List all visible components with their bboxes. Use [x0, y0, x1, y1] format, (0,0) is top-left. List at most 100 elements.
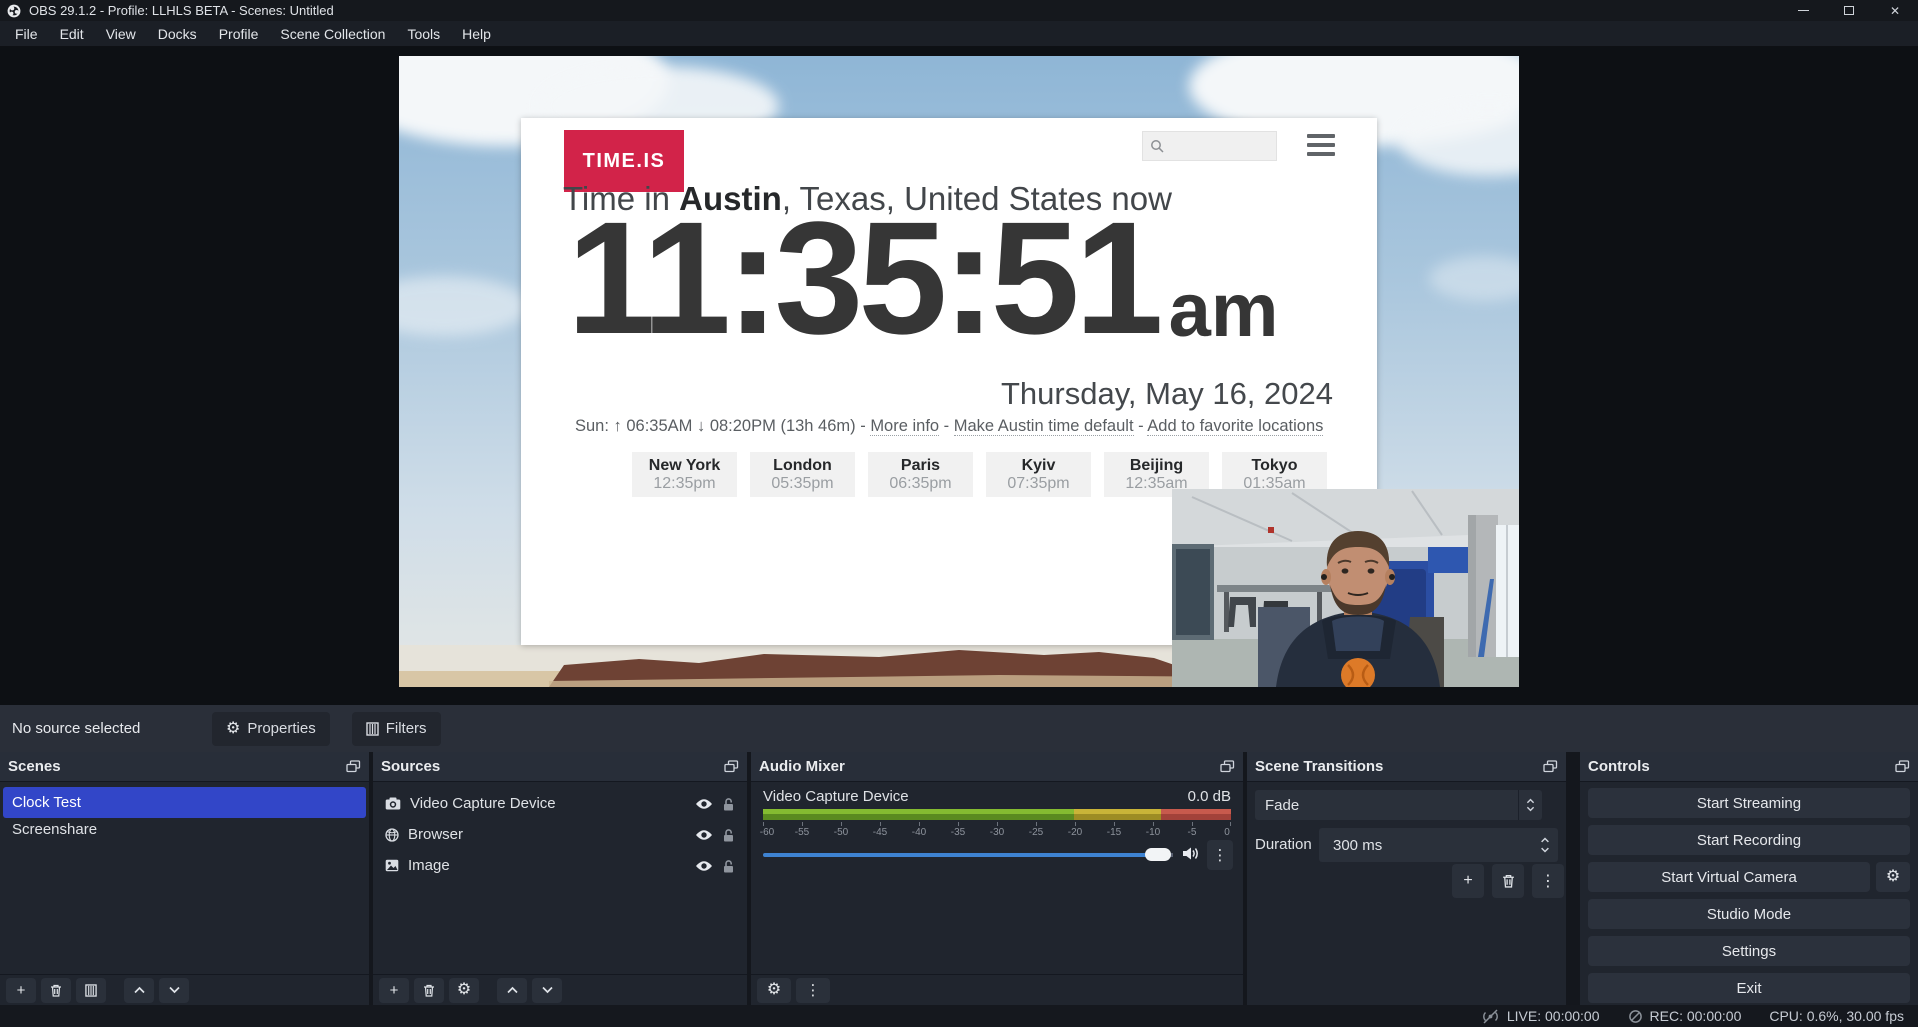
add-scene-button[interactable]: +: [6, 978, 36, 1003]
menu-bar: File Edit View Docks Profile Scene Colle…: [0, 21, 1918, 47]
meter-tick-label: -45: [873, 827, 887, 838]
add-transition-button[interactable]: +: [1452, 864, 1484, 898]
menu-help[interactable]: Help: [451, 21, 502, 47]
city-box-paris: Paris 06:35pm: [868, 452, 973, 497]
settings-button[interactable]: Settings: [1588, 936, 1910, 966]
menu-docks[interactable]: Docks: [147, 21, 208, 47]
mixer-menu-button[interactable]: ⋮: [796, 978, 830, 1003]
spinner-arrows: [1540, 837, 1550, 853]
filter-icon: [366, 722, 379, 736]
move-source-down-button[interactable]: [532, 978, 562, 1003]
filter-icon: [85, 984, 97, 997]
properties-button[interactable]: ⚙ Properties: [212, 712, 330, 746]
source-item-video-capture[interactable]: Video Capture Device: [376, 788, 744, 819]
sources-panel: Sources Video Capture Device Browser Ima…: [373, 752, 747, 1005]
sources-toolbar: + ⚙: [373, 974, 747, 1005]
start-recording-button[interactable]: Start Recording: [1588, 825, 1910, 855]
remove-transition-button[interactable]: [1492, 864, 1524, 898]
remove-source-button[interactable]: [414, 978, 444, 1003]
chevron-up-icon[interactable]: [1540, 837, 1550, 843]
sources-panel-header: Sources: [373, 752, 747, 782]
advanced-audio-button[interactable]: ⚙: [757, 978, 791, 1003]
mixer-channel-menu-button[interactable]: ⋮: [1207, 840, 1233, 870]
start-virtual-camera-button[interactable]: Start Virtual Camera: [1588, 862, 1870, 892]
move-scene-down-button[interactable]: [159, 978, 189, 1003]
meter-tick-label: -15: [1107, 827, 1121, 838]
close-button[interactable]: ✕: [1872, 0, 1918, 21]
start-streaming-button[interactable]: Start Streaming: [1588, 788, 1910, 818]
lock-icon[interactable]: [722, 797, 735, 811]
obs-logo-icon: [7, 4, 21, 18]
meter-tick-label: -10: [1146, 827, 1160, 838]
transition-menu-button[interactable]: ⋮: [1532, 864, 1564, 898]
popout-icon[interactable]: [1543, 760, 1558, 773]
scene-item-screenshare[interactable]: Screenshare: [3, 814, 366, 845]
mixer-panel-header: Audio Mixer: [751, 752, 1243, 782]
transition-dropdown[interactable]: Fade: [1255, 790, 1542, 820]
make-default-link: Make Austin time default: [954, 417, 1134, 436]
volume-slider-track[interactable]: [763, 853, 1155, 857]
kebab-dots-icon: ⋮: [806, 981, 821, 999]
record-off-icon: [1628, 1009, 1643, 1024]
visibility-eye-icon[interactable]: [695, 798, 713, 810]
preview-canvas[interactable]: TIME.IS Time in Austin, Texas, United St…: [0, 47, 1918, 705]
visibility-eye-icon[interactable]: [695, 860, 713, 872]
preview-video[interactable]: TIME.IS Time in Austin, Texas, United St…: [399, 56, 1519, 687]
scenes-panel: Scenes Clock Test Screenshare +: [0, 752, 369, 1005]
gear-icon: ⚙: [226, 721, 240, 737]
duration-spinner[interactable]: 300 ms: [1319, 828, 1558, 862]
popout-icon[interactable]: [1895, 760, 1910, 773]
studio-mode-button[interactable]: Studio Mode: [1588, 899, 1910, 929]
city-box-newyork: New York 12:35pm: [632, 452, 737, 497]
menu-view[interactable]: View: [95, 21, 147, 47]
move-scene-up-button[interactable]: [124, 978, 154, 1003]
source-item-image[interactable]: Image: [376, 850, 744, 881]
plus-icon: +: [17, 982, 26, 999]
selected-source-toolbar: No source selected ⚙ Properties Filters: [0, 705, 1918, 752]
virtual-camera-settings-button[interactable]: ⚙: [1876, 862, 1910, 892]
visibility-eye-icon[interactable]: [695, 829, 713, 841]
chevron-up-icon: [506, 986, 519, 994]
source-properties-button[interactable]: ⚙: [449, 978, 479, 1003]
scene-transitions-panel: Scene Transitions Fade Duration 300 ms +…: [1247, 752, 1566, 1005]
chevron-down-icon[interactable]: [1540, 847, 1550, 853]
popout-icon[interactable]: [346, 760, 361, 773]
lock-icon[interactable]: [722, 828, 735, 842]
double-gear-icon: ⚙: [767, 982, 781, 998]
scenes-toolbar: +: [0, 974, 369, 1005]
maximize-button[interactable]: [1826, 0, 1872, 21]
menu-edit[interactable]: Edit: [49, 21, 95, 47]
cloud: [1429, 256, 1519, 301]
volume-meter: [763, 809, 1231, 820]
camera-icon: [385, 797, 401, 810]
source-item-browser[interactable]: Browser: [376, 819, 744, 850]
volume-slider-handle[interactable]: [1145, 848, 1171, 861]
remove-scene-button[interactable]: [41, 978, 71, 1003]
mixer-channel-name: Video Capture Device: [763, 788, 909, 805]
controls-panel: Controls Start Streaming Start Recording…: [1580, 752, 1918, 1005]
meter-tick-label: -35: [951, 827, 965, 838]
minimize-button[interactable]: [1780, 0, 1826, 21]
popout-icon[interactable]: [1220, 760, 1235, 773]
meter-tick-label: -25: [1029, 827, 1043, 838]
duration-value: 300 ms: [1319, 837, 1382, 854]
close-icon: ✕: [1890, 4, 1900, 18]
kebab-dots-icon: ⋮: [1213, 846, 1228, 864]
meter-tick-label: -50: [834, 827, 848, 838]
meter-tick-label: -5: [1188, 827, 1197, 838]
menu-scene-collection[interactable]: Scene Collection: [269, 21, 396, 47]
lock-icon[interactable]: [722, 859, 735, 873]
scene-filters-button[interactable]: [76, 978, 106, 1003]
move-source-up-button[interactable]: [497, 978, 527, 1003]
globe-icon: [385, 828, 399, 842]
exit-button[interactable]: Exit: [1588, 973, 1910, 1003]
more-info-link: More info: [870, 417, 939, 436]
popout-icon[interactable]: [724, 760, 739, 773]
menu-tools[interactable]: Tools: [396, 21, 451, 47]
add-source-button[interactable]: +: [379, 978, 409, 1003]
speaker-icon[interactable]: [1181, 846, 1200, 866]
filters-button[interactable]: Filters: [352, 712, 441, 746]
menu-profile[interactable]: Profile: [208, 21, 270, 47]
trash-icon: [50, 984, 62, 997]
menu-file[interactable]: File: [4, 21, 49, 47]
